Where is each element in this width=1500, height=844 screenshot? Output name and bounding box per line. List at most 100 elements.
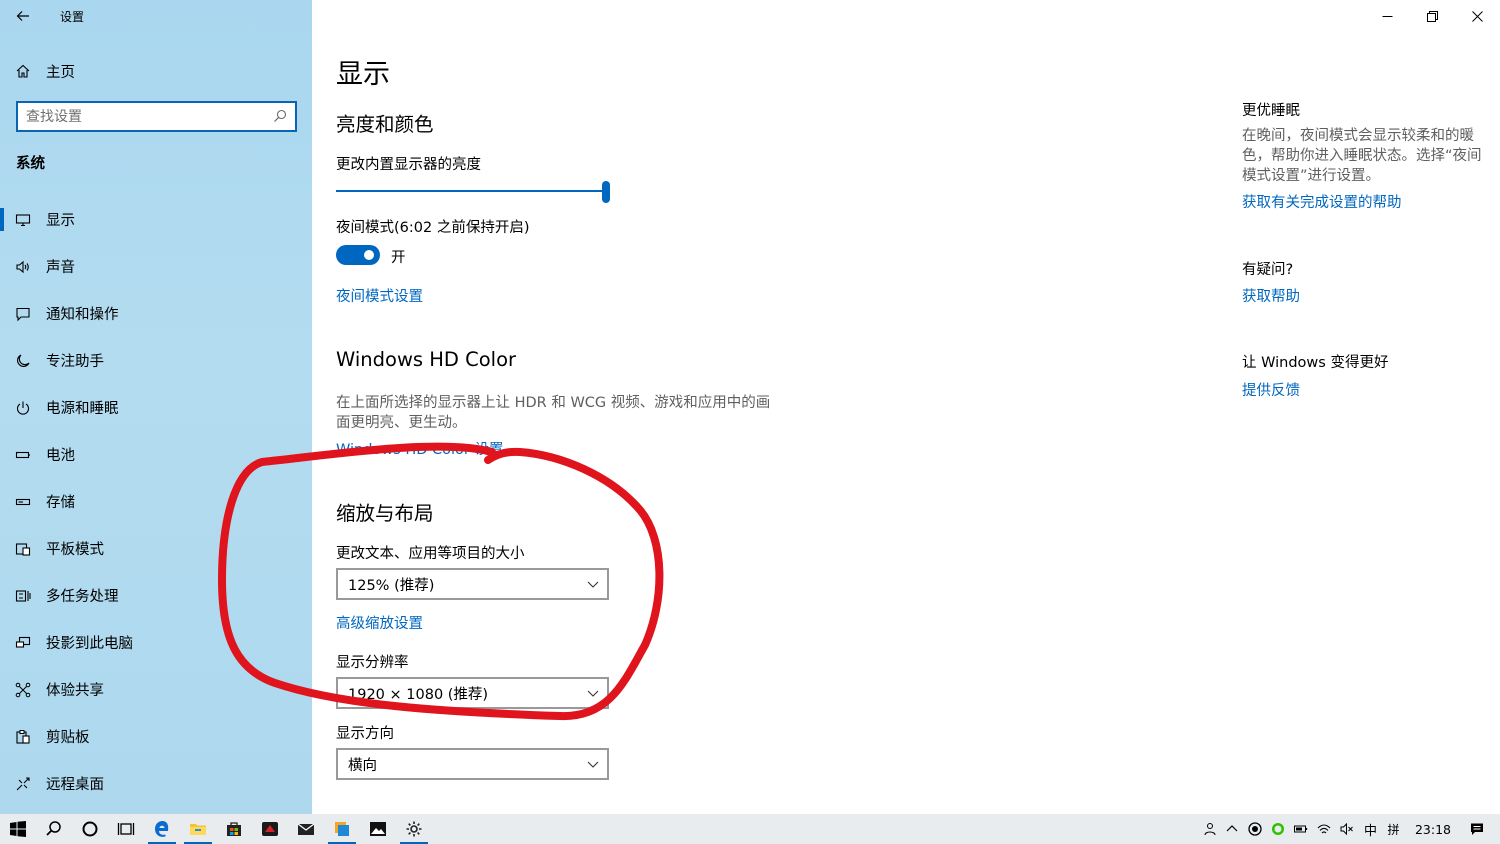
taskbar-app-edge[interactable]	[144, 814, 180, 844]
sidebar-item-storage[interactable]: 存储	[0, 478, 312, 525]
search-input[interactable]	[26, 108, 266, 125]
resolution-label: 显示分辨率	[336, 655, 409, 671]
project-icon	[0, 635, 46, 651]
close-button[interactable]	[1455, 0, 1500, 32]
taskbar-app-file-explorer[interactable]	[180, 814, 216, 844]
chevron-down-icon	[587, 581, 599, 588]
restore-icon	[1427, 10, 1438, 22]
toggle-knob	[364, 250, 374, 260]
network-status[interactable]	[1313, 814, 1336, 844]
minimize-icon	[1382, 15, 1393, 17]
scale-heading: 缩放与布局	[336, 502, 434, 525]
night-mode-settings-link[interactable]: 夜间模式设置	[336, 285, 423, 306]
titlebar-left: 设置	[0, 0, 84, 32]
storage-icon	[0, 494, 46, 510]
tray-record-button[interactable]	[1244, 814, 1267, 844]
taskbar-app-store[interactable]	[216, 814, 252, 844]
night-mode-toggle[interactable]	[336, 245, 380, 265]
sidebar-item-notifications[interactable]: 通知和操作	[0, 290, 312, 337]
taskbar: 中 拼 23:18	[0, 814, 1500, 844]
orientation-dropdown[interactable]: 横向	[336, 748, 609, 780]
scale-dropdown[interactable]: 125% (推荐)	[336, 568, 609, 600]
search-icon[interactable]	[273, 109, 287, 123]
hdr-settings-link[interactable]: Windows HD Color 设置	[336, 438, 503, 459]
sidebar-item-tablet-mode[interactable]: 平板模式	[0, 525, 312, 572]
taskbar-clock[interactable]: 23:18	[1415, 822, 1451, 837]
action-center-button[interactable]	[1465, 814, 1488, 844]
back-arrow-icon	[16, 11, 29, 21]
brightness-label: 更改内置显示器的亮度	[336, 157, 481, 173]
record-icon	[1248, 822, 1263, 836]
taskbar-app-mail[interactable]	[288, 814, 324, 844]
sidebar-item-remote-desktop[interactable]: 远程桌面	[0, 760, 312, 807]
system-tray: 中 拼 23:18	[1198, 814, 1500, 844]
app-icon	[335, 822, 349, 836]
sidebar-item-focus-assist[interactable]: 专注助手	[0, 337, 312, 384]
chevron-up-icon	[1227, 825, 1238, 832]
sidebar-item-display[interactable]: 显示	[0, 196, 312, 243]
section-title: 系统	[16, 156, 45, 172]
volume-status[interactable]	[1336, 814, 1359, 844]
orientation-label: 显示方向	[336, 726, 394, 742]
share-icon	[0, 682, 46, 698]
sidebar-item-battery[interactable]: 电池	[0, 431, 312, 478]
slider-thumb[interactable]	[602, 181, 610, 203]
sleep-text: 在晚间，夜间模式会显示较柔和的暖色，帮助你进入睡眠状态。选择“夜间模式设置”进行…	[1242, 128, 1482, 184]
sidebar-item-label: 电源和睡眠	[46, 401, 119, 417]
show-hidden-icons-button[interactable]	[1221, 814, 1244, 844]
sidebar-item-clipboard[interactable]: 剪贴板	[0, 713, 312, 760]
remote-icon	[0, 776, 46, 792]
tablet-icon	[0, 541, 46, 557]
action-center-icon	[1470, 823, 1483, 835]
app-title: 设置	[60, 9, 85, 24]
sidebar-item-label: 专注助手	[46, 354, 104, 370]
taskbar-app-photos[interactable]	[360, 814, 396, 844]
battery-icon	[1294, 825, 1308, 833]
task-view-button[interactable]	[108, 814, 144, 844]
tray-wechat-button[interactable]	[1267, 814, 1290, 844]
chat-icon	[1272, 823, 1285, 835]
power-icon	[0, 400, 46, 416]
brightness-slider[interactable]	[336, 181, 610, 203]
scale-size-label: 更改文本、应用等项目的大小	[336, 546, 525, 562]
sidebar-item-label: 电池	[46, 448, 75, 464]
question-heading: 有疑问?	[1242, 262, 1294, 278]
photos-icon	[370, 822, 386, 836]
sidebar-item-project[interactable]: 投影到此电脑	[0, 619, 312, 666]
sidebar-item-multitasking[interactable]: 多任务处理	[0, 572, 312, 619]
home-label: 主页	[46, 64, 75, 81]
resolution-dropdown-value: 1920 × 1080 (推荐)	[348, 686, 489, 703]
restore-button[interactable]	[1410, 0, 1455, 32]
resolution-dropdown[interactable]: 1920 × 1080 (推荐)	[336, 677, 609, 709]
sleep-help-link[interactable]: 获取有关完成设置的帮助	[1242, 191, 1402, 212]
sidebar-item-power[interactable]: 电源和睡眠	[0, 384, 312, 431]
people-button[interactable]	[1198, 814, 1221, 844]
advanced-scaling-link[interactable]: 高级缩放设置	[336, 612, 423, 633]
cortana-button[interactable]	[72, 814, 108, 844]
mail-icon	[297, 823, 315, 835]
feedback-link[interactable]: 提供反馈	[1242, 379, 1300, 400]
chevron-down-icon	[587, 690, 599, 697]
ime-mode-indicator[interactable]: 中	[1359, 814, 1382, 844]
moon-icon	[0, 353, 46, 369]
taskbar-app-game[interactable]	[252, 814, 288, 844]
battery-status[interactable]	[1290, 814, 1313, 844]
sidebar-item-shared-experiences[interactable]: 体验共享	[0, 666, 312, 713]
brightness-heading: 亮度和颜色	[336, 113, 434, 136]
orientation-dropdown-value: 横向	[348, 757, 377, 774]
taskbar-app-settings[interactable]	[396, 814, 432, 844]
taskbar-app-generic[interactable]	[324, 814, 360, 844]
back-button[interactable]	[0, 0, 46, 32]
slider-track	[336, 190, 604, 192]
ime-layout-indicator[interactable]: 拼	[1382, 814, 1405, 844]
sidebar-item-label: 剪贴板	[46, 730, 90, 746]
search-box[interactable]	[16, 101, 297, 132]
sidebar-item-sound[interactable]: 声音	[0, 243, 312, 290]
cortana-icon	[82, 821, 98, 837]
hdr-description: 在上面所选择的显示器上让 HDR 和 WCG 视频、游戏和应用中的画面更明亮、更…	[336, 395, 771, 431]
get-help-link[interactable]: 获取帮助	[1242, 285, 1300, 306]
start-button[interactable]	[0, 814, 36, 844]
sidebar-item-home[interactable]: 主页	[0, 56, 312, 86]
taskbar-search-button[interactable]	[36, 814, 72, 844]
minimize-button[interactable]	[1365, 0, 1410, 32]
